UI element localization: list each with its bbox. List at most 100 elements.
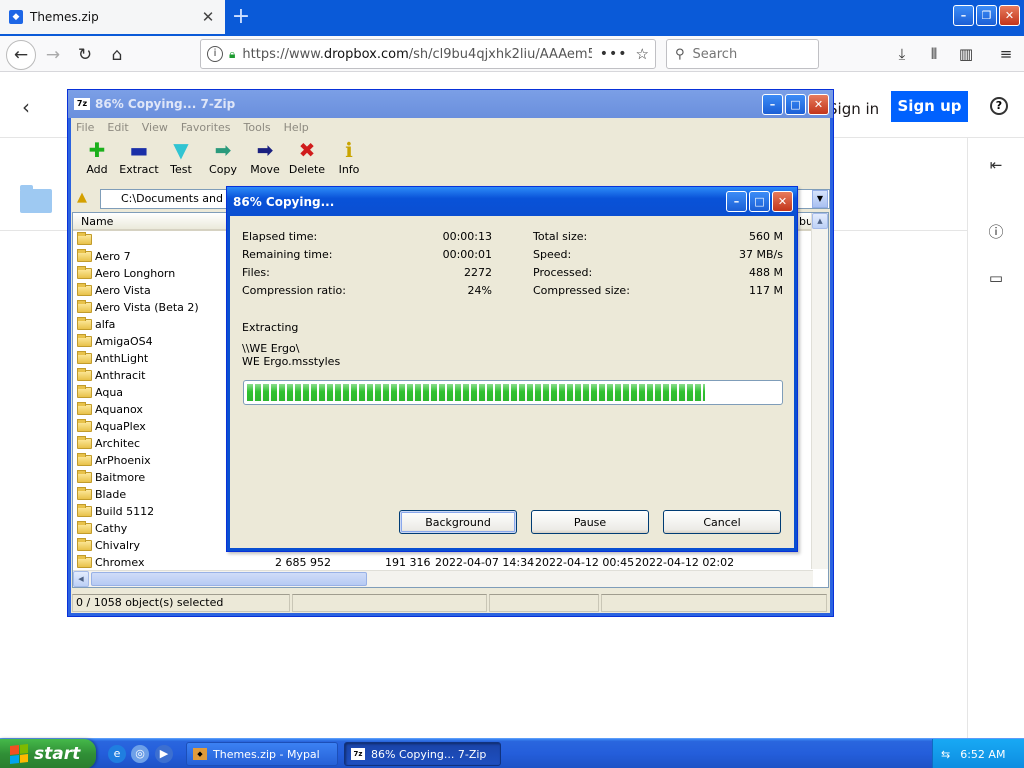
restore-button[interactable]: ❐ bbox=[976, 5, 997, 26]
file-name: Aero Longhorn bbox=[95, 267, 176, 280]
minimize-button[interactable]: – bbox=[726, 191, 747, 212]
close-button[interactable]: ✕ bbox=[808, 93, 829, 115]
minimize-button[interactable]: – bbox=[953, 5, 974, 26]
bookmark-star-icon[interactable]: ☆ bbox=[636, 45, 649, 63]
menu-help[interactable]: Help bbox=[284, 121, 309, 134]
download-icon[interactable]: ⤓ bbox=[890, 42, 914, 66]
file-name: Blade bbox=[95, 488, 127, 501]
stat-value: 00:00:13 bbox=[442, 230, 492, 243]
folder-icon bbox=[77, 470, 92, 483]
stat-label: Speed: bbox=[533, 248, 572, 261]
file-name: AmigaOS4 bbox=[95, 335, 153, 348]
system-tray: ⇆ 6:52 AM bbox=[932, 739, 1024, 768]
menu-file[interactable]: File bbox=[76, 121, 94, 134]
chevron-down-icon[interactable]: ▼ bbox=[812, 190, 828, 208]
scroll-left-icon[interactable]: ◀ bbox=[73, 571, 89, 587]
scroll-thumb[interactable] bbox=[91, 572, 367, 586]
menu-icon[interactable]: ≡ bbox=[994, 42, 1018, 66]
list-item[interactable]: Chromex 2 685 952 191 316 2022-04-07 14:34 2… bbox=[73, 554, 828, 571]
clock[interactable]: 6:52 AM bbox=[960, 748, 1005, 761]
vertical-scrollbar[interactable]: ▲ bbox=[811, 213, 828, 569]
sidebar-icon[interactable]: ▥ bbox=[954, 42, 978, 66]
stat-label: Total size: bbox=[533, 230, 588, 243]
toolbar-label: Move bbox=[250, 163, 280, 176]
browser-tab[interactable]: ◆ Themes.zip ✕ bbox=[0, 0, 225, 34]
menu-view[interactable]: View bbox=[142, 121, 168, 134]
maximize-button[interactable]: □ bbox=[785, 93, 806, 115]
toolbar-delete-button[interactable]: ✖ Delete bbox=[286, 136, 328, 180]
toolbar-move-button[interactable]: ➡ Move bbox=[244, 136, 286, 180]
search-input[interactable] bbox=[692, 46, 803, 62]
search-bar[interactable]: ⚲ bbox=[666, 39, 819, 69]
column-name[interactable]: Name bbox=[81, 215, 113, 228]
horizontal-scrollbar[interactable]: ◀ bbox=[73, 570, 813, 587]
new-tab-button[interactable]: + bbox=[228, 4, 254, 30]
folder-icon bbox=[77, 385, 92, 398]
file-name: Aquanox bbox=[95, 403, 143, 416]
close-button[interactable]: ✕ bbox=[772, 191, 793, 212]
cancel-button[interactable]: Cancel bbox=[663, 510, 781, 534]
7zip-menubar: File Edit View Favorites Tools Help bbox=[68, 118, 833, 136]
collapse-panel-icon[interactable]: ⇤ bbox=[986, 156, 1006, 176]
stat-label: Remaining time: bbox=[242, 248, 333, 261]
taskbar: start e ◎ ▶ ◆ Themes.zip - Mypal 7z 86% … bbox=[0, 738, 1024, 768]
help-icon[interactable]: ? bbox=[990, 97, 1008, 115]
dialog-title: 86% Copying... bbox=[233, 194, 335, 209]
folder-icon bbox=[77, 317, 92, 330]
folder-icon bbox=[77, 266, 92, 279]
toolbar-info-button[interactable]: ℹ Info bbox=[328, 136, 370, 180]
comment-icon[interactable]: ▭ bbox=[986, 269, 1006, 289]
progress-dialog: 86% Copying... – □ ✕ Elapsed time: 00:00:… bbox=[226, 186, 798, 552]
folder-icon bbox=[77, 436, 92, 449]
background-button[interactable]: Background bbox=[399, 510, 517, 534]
toolbar-add-button[interactable]: ✚ Add bbox=[76, 136, 118, 180]
sign-up-button[interactable]: Sign up bbox=[891, 91, 968, 122]
tab-close-icon[interactable]: ✕ bbox=[199, 8, 217, 26]
network-icon[interactable]: ⇆ bbox=[941, 748, 950, 761]
info-circle-icon[interactable]: ⓘ bbox=[986, 221, 1006, 241]
menu-tools[interactable]: Tools bbox=[244, 121, 271, 134]
pause-button[interactable]: Pause bbox=[531, 510, 649, 534]
forward-button[interactable]: → bbox=[38, 40, 68, 70]
toolbar-copy-button[interactable]: ➡ Copy bbox=[202, 136, 244, 180]
chevron-left-icon[interactable]: ‹ bbox=[22, 95, 30, 119]
maximize-button[interactable]: □ bbox=[749, 191, 770, 212]
toolbar-test-button[interactable]: ▼ Test bbox=[160, 136, 202, 180]
menu-favorites[interactable]: Favorites bbox=[181, 121, 231, 134]
site-info-icon[interactable]: i bbox=[207, 46, 223, 62]
dialog-titlebar[interactable]: 86% Copying... – □ ✕ bbox=[227, 187, 797, 216]
copy-arrow-icon: ➡ bbox=[214, 138, 232, 162]
toolbar-extract-button[interactable]: ▬ Extract bbox=[118, 136, 160, 180]
toolbar-label: Add bbox=[86, 163, 108, 176]
status-cell bbox=[601, 594, 827, 612]
7zip-toolbar: ✚ Add ▬ Extract ▼ Test ➡ Copy ➡ Move ✖ Delete ℹ Info bbox=[68, 136, 833, 180]
back-button[interactable]: ← bbox=[6, 40, 36, 70]
menu-edit[interactable]: Edit bbox=[107, 121, 128, 134]
close-button[interactable]: ✕ bbox=[999, 5, 1020, 26]
home-button[interactable]: ⌂ bbox=[102, 40, 132, 70]
status-cell bbox=[489, 594, 600, 612]
arrow-right-icon: → bbox=[45, 45, 61, 65]
internet-explorer-icon[interactable]: e bbox=[108, 745, 126, 763]
file-name: Aero Vista bbox=[95, 284, 151, 297]
7zip-titlebar[interactable]: 7z 86% Copying... 7-Zip – □ ✕ bbox=[68, 90, 833, 118]
start-button[interactable]: start bbox=[0, 739, 96, 768]
sign-in-link[interactable]: Sign in bbox=[828, 95, 879, 123]
minimize-button[interactable]: – bbox=[762, 93, 783, 115]
file-name: AnthLight bbox=[95, 352, 149, 365]
url-bar[interactable]: i 🔒︎ https://www.dropbox.com/sh/cl9bu4qj… bbox=[200, 39, 656, 69]
accessed-date: 2022-04-12 02:02 bbox=[635, 556, 735, 569]
folder-up-icon[interactable]: ▲ bbox=[72, 190, 92, 208]
stat-label: Processed: bbox=[533, 266, 593, 279]
media-player-icon[interactable]: ▶ bbox=[155, 745, 173, 763]
browser-quicklaunch-icon[interactable]: ◎ bbox=[131, 745, 149, 763]
url-text[interactable]: https://www.dropbox.com/sh/cl9bu4qjxhk2l… bbox=[242, 47, 591, 62]
taskbar-item-7zip[interactable]: 7z 86% Copying... 7-Zip bbox=[344, 742, 501, 766]
folder-icon bbox=[77, 402, 92, 415]
folder-icon bbox=[77, 453, 92, 466]
scroll-up-icon[interactable]: ▲ bbox=[812, 213, 828, 229]
taskbar-item-mypal[interactable]: ◆ Themes.zip - Mypal bbox=[186, 742, 338, 766]
library-icon[interactable]: ⫴ bbox=[922, 42, 946, 66]
reload-button[interactable]: ↻ bbox=[70, 40, 100, 70]
page-actions-icon[interactable]: ••• bbox=[600, 46, 628, 62]
